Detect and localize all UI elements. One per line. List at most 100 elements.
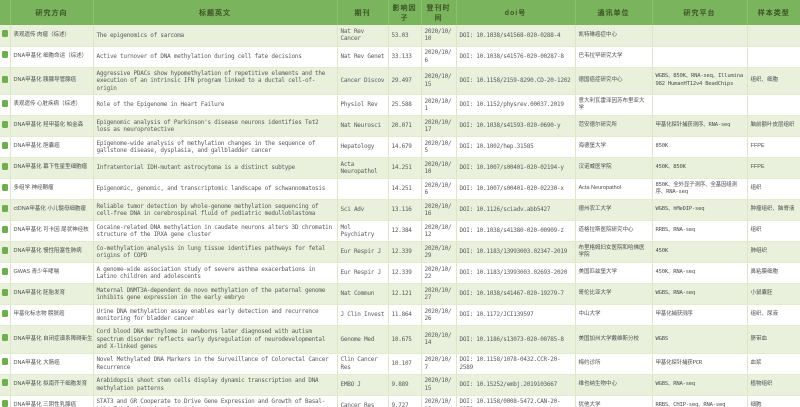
cell-title-english[interactable]: Arabidopsis shoot stem cells display dyn… — [93, 374, 337, 395]
cell-doi[interactable]: DOI: 10.1007/s00401-020-02194-y — [456, 158, 575, 179]
cell-publish-date[interactable]: 2020/10/27 — [421, 284, 456, 305]
cell-sample-type[interactable]: 血浆 — [747, 353, 800, 374]
cell-publish-date[interactable]: 2020/10/26 — [421, 305, 456, 326]
cell-journal[interactable]: Cancer Discov — [337, 67, 388, 95]
cell-title-english[interactable]: Epigenome-wide analysis of methylation c… — [93, 137, 337, 158]
cell-research-direction[interactable]: DNA甲基化 幕下性星型细胞瘤 — [10, 158, 93, 179]
cell-sample-type[interactable]: 脐带血 — [747, 326, 800, 354]
cell-doi[interactable]: DOI: 10.1158/1078-0432.CCR-20-2589 — [456, 353, 575, 374]
header-impact-factor[interactable]: 影响因子 — [388, 0, 421, 25]
cell-platform[interactable]: WGBS、hMeDIP-seq — [652, 200, 747, 221]
cell-doi[interactable]: DOI: 10.1172/JCI139597 — [456, 305, 575, 326]
cell-research-direction[interactable]: DNA甲基化 可卡因 尾状神经核 — [10, 221, 93, 242]
cell-institution[interactable]: 梅约诊所 — [575, 353, 652, 374]
cell-journal[interactable]: Nat Commun — [337, 284, 388, 305]
cell-doi[interactable]: DOI: 10.1038/s41576-020-00287-8 — [456, 46, 575, 67]
cell-title-english[interactable]: Cocaine-related DNA methylation in cauda… — [93, 221, 337, 242]
cell-sample-type[interactable]: 细胞 — [747, 395, 800, 407]
cell-title-english[interactable]: Cord blood DNA methylome in newborns lat… — [93, 326, 337, 354]
cell-impact-factor[interactable]: 12.339 — [388, 263, 421, 284]
cell-journal[interactable]: Nat Rev Cancer — [337, 25, 388, 46]
cell-publish-date[interactable]: 2020/10/7 — [421, 353, 456, 374]
cell-research-direction[interactable]: DNA甲基化 胰腺导管腺癌 — [10, 67, 93, 95]
cell-journal[interactable]: Eur Respir J — [337, 242, 388, 263]
header-journal[interactable]: 期刊 — [337, 0, 388, 25]
cell-impact-factor[interactable]: 12.121 — [388, 284, 421, 305]
cell-title-english[interactable]: STAT3 and GR Cooperate to Drive Gene Exp… — [93, 395, 337, 407]
cell-sample-type[interactable]: 植物组织 — [747, 374, 800, 395]
cell-publish-date[interactable]: 2020/10/6 — [421, 179, 456, 200]
cell-journal[interactable]: Nat Rev Genet — [337, 46, 388, 67]
cell-publish-date[interactable]: 2020/10/22 — [421, 263, 456, 284]
cell-sample-type[interactable] — [747, 46, 800, 67]
cell-impact-factor[interactable]: 20.071 — [388, 116, 421, 137]
cell-sample-type[interactable]: FFPE — [747, 158, 800, 179]
cell-doi[interactable]: DOI: 10.1038/s41568-020-0288-4 — [456, 25, 575, 46]
cell-doi[interactable]: DOI: 10.15252/embj.2019103667 — [456, 374, 575, 395]
cell-sample-type[interactable] — [747, 25, 800, 46]
cell-institution[interactable]: 意大利瓦雷泽因苏布里亚大学 — [575, 95, 652, 116]
cell-sample-type[interactable] — [747, 95, 800, 116]
cell-sample-type[interactable]: 组织 — [747, 221, 800, 242]
cell-institution[interactable]: 巴韦拉罕研究大学 — [575, 46, 652, 67]
cell-sample-type[interactable]: 组织、细胞 — [747, 67, 800, 95]
cell-publish-date[interactable]: 2020/10/5 — [421, 137, 456, 158]
header-marker-column[interactable] — [0, 0, 10, 25]
cell-journal[interactable]: J Clin Invest — [337, 305, 388, 326]
cell-platform[interactable]: WGBS — [652, 326, 747, 354]
cell-institution[interactable]: 犹他大学 — [575, 395, 652, 407]
cell-doi[interactable]: DOI: 10.1038/s41467-020-19279-7 — [456, 284, 575, 305]
cell-platform[interactable]: 450K — [652, 242, 747, 263]
cell-doi[interactable]: DOI: 10.1158/0008-5472.CAN-20-1379 — [456, 395, 575, 407]
cell-research-direction[interactable]: DNA甲基化 大肠癌 — [10, 353, 93, 374]
header-platform[interactable]: 研究平台 — [652, 0, 747, 25]
cell-research-direction[interactable]: DNA甲基化 羟甲基化 帕金森 — [10, 116, 93, 137]
cell-impact-factor[interactable]: 11.864 — [388, 305, 421, 326]
cell-platform[interactable]: 甲基化探针捕获测序、RNA-seq — [652, 116, 747, 137]
cell-institution[interactable]: 道格拉斯医院研究中心 — [575, 221, 652, 242]
cell-journal[interactable]: Eur Respir J — [337, 263, 388, 284]
cell-publish-date[interactable]: 2020/10/10 — [421, 25, 456, 46]
cell-impact-factor[interactable]: 10.675 — [388, 326, 421, 354]
cell-sample-type[interactable]: 小鼠囊胚 — [747, 284, 800, 305]
cell-platform[interactable]: WGBS、850K、RNA-seq、Illumina 982 HumanHT12… — [652, 67, 747, 95]
cell-doi[interactable]: DOI: 10.1158/2159-8290.CD-20-1202 — [456, 67, 575, 95]
cell-sample-type[interactable]: 组织 — [747, 179, 800, 200]
cell-research-direction[interactable]: GWAS 青少年哮喘 — [10, 263, 93, 284]
cell-journal[interactable]: Sci Adv — [337, 200, 388, 221]
cell-institution[interactable]: 布里格姆妇女医院和哈佛医学院 — [575, 242, 652, 263]
cell-publish-date[interactable]: 2020/10/12 — [421, 221, 456, 242]
cell-institution[interactable]: 维也纳生物中心 — [575, 374, 652, 395]
cell-publish-date[interactable]: 2020/10/16 — [421, 200, 456, 221]
cell-impact-factor[interactable]: 14.251 — [388, 158, 421, 179]
cell-journal[interactable]: Cancer Res — [337, 395, 388, 407]
cell-platform[interactable]: 甲基化探针捕获PCR — [652, 353, 747, 374]
cell-impact-factor[interactable]: 25.588 — [388, 95, 421, 116]
cell-institution[interactable]: 哥伦比亚大学 — [575, 284, 652, 305]
cell-impact-factor[interactable]: 9.727 — [388, 395, 421, 407]
cell-platform[interactable]: WGBS、RNA-seq — [652, 374, 747, 395]
cell-impact-factor[interactable]: 12.384 — [388, 221, 421, 242]
cell-impact-factor[interactable]: 13.116 — [388, 200, 421, 221]
cell-platform[interactable]: RRBS、RNA-seq — [652, 221, 747, 242]
cell-publish-date[interactable]: 2020/10/15 — [421, 67, 456, 95]
cell-doi[interactable]: DOI: 10.1002/hep.31585 — [456, 137, 575, 158]
cell-doi[interactable]: DOI: 10.1152/physrev.00037.2019 — [456, 95, 575, 116]
cell-institution[interactable]: Acta Neuropathol — [575, 179, 652, 200]
cell-doi[interactable]: DOI: 10.1183/13993003.02347-2019 — [456, 242, 575, 263]
header-title-english[interactable]: 标题英文 — [93, 0, 337, 25]
cell-impact-factor[interactable]: 12.339 — [388, 242, 421, 263]
cell-journal[interactable]: Hepatology — [337, 137, 388, 158]
cell-journal[interactable]: EMBO J — [337, 374, 388, 395]
cell-publish-date[interactable]: 2020/10/17 — [421, 116, 456, 137]
cell-institution[interactable]: 海德堡大学 — [575, 137, 652, 158]
cell-impact-factor[interactable]: 33.133 — [388, 46, 421, 67]
header-doi[interactable]: doi号 — [456, 0, 575, 25]
cell-research-direction[interactable]: DNA甲基化 三阴性乳腺癌 — [10, 395, 93, 407]
cell-journal[interactable]: Clin Cancer Res — [337, 353, 388, 374]
cell-impact-factor[interactable]: 29.497 — [388, 67, 421, 95]
cell-institution[interactable]: 美国加州大学戴维斯分校 — [575, 326, 652, 354]
cell-research-direction[interactable]: DNA甲基化 细胞命运（综述） — [10, 46, 93, 67]
cell-sample-type[interactable]: 脑前额叶皮层组织 — [747, 116, 800, 137]
cell-research-direction[interactable]: DNA甲基化 拟南芥干细胞发育 — [10, 374, 93, 395]
